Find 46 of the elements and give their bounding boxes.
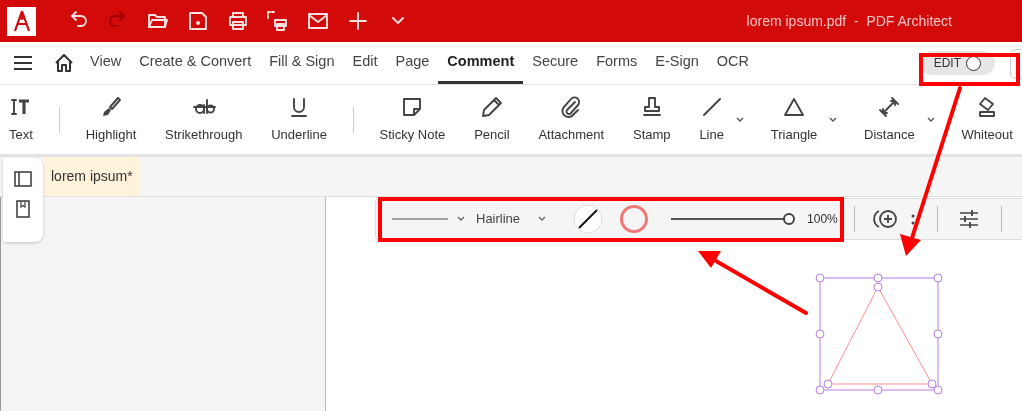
menu-tab[interactable]: Page [386, 42, 439, 84]
tool-button[interactable]: Pencil [471, 94, 513, 145]
dropdown-caret[interactable] [828, 116, 839, 123]
menu-tab[interactable]: Secure [523, 42, 588, 84]
pencil-icon [479, 94, 504, 119]
tool-button[interactable]: Stamp [629, 94, 674, 145]
menu-tab[interactable]: E-Sign [646, 42, 708, 84]
tool-button[interactable]: Highlight [82, 94, 140, 145]
menu-tab[interactable]: OCR [707, 42, 759, 84]
settings-icon[interactable] [958, 210, 979, 228]
tool-button[interactable]: Sticky Note [376, 94, 449, 145]
tool-button[interactable]: Distance [861, 94, 918, 145]
panel-icon[interactable] [14, 171, 32, 187]
opacity-slider[interactable] [671, 213, 796, 225]
opacity-value: 100% [807, 211, 838, 228]
distance-icon [877, 94, 902, 119]
menu-tab[interactable]: Create & Convert [130, 42, 261, 84]
home-icon[interactable] [53, 52, 75, 74]
dropdown-caret[interactable] [925, 116, 936, 123]
fill-color-button[interactable] [573, 204, 604, 234]
tool-button[interactable]: Underline [268, 94, 330, 145]
bookmark-icon[interactable] [16, 200, 30, 218]
dropdown-caret[interactable] [734, 116, 745, 123]
app-logo [7, 6, 36, 36]
slider-thumb[interactable] [783, 213, 796, 225]
menu-tab[interactable]: Comment [438, 42, 524, 84]
menu-tab[interactable]: View [81, 42, 131, 84]
menu-icon[interactable] [13, 53, 33, 73]
menu-tab[interactable]: Forms [587, 42, 647, 84]
menu-tab[interactable]: Edit [343, 42, 387, 84]
line-sample-icon [392, 217, 450, 221]
tool-button[interactable]: Whiteout [958, 94, 1016, 145]
tool-button[interactable]: Strikethrough [162, 94, 246, 145]
caret-icon [456, 216, 466, 222]
document-tab[interactable]: lorem ipsum* [44, 157, 140, 196]
add-icon[interactable] [872, 208, 899, 230]
tool-button[interactable]: Text [6, 94, 36, 145]
menu-tab[interactable]: Fill & Sign [260, 42, 344, 84]
line-width-dropdown[interactable]: Hairline [476, 209, 548, 229]
more-icon[interactable] [910, 213, 915, 225]
tool-button[interactable]: Triangle [767, 94, 821, 145]
stroke-color-button[interactable] [619, 204, 650, 234]
tool-button[interactable]: Line [696, 94, 727, 145]
tool-button[interactable]: Attachment [535, 94, 608, 145]
window-title: lorem ipsum.pdf - PDF Architect [746, 11, 952, 31]
caret-icon [537, 216, 548, 222]
